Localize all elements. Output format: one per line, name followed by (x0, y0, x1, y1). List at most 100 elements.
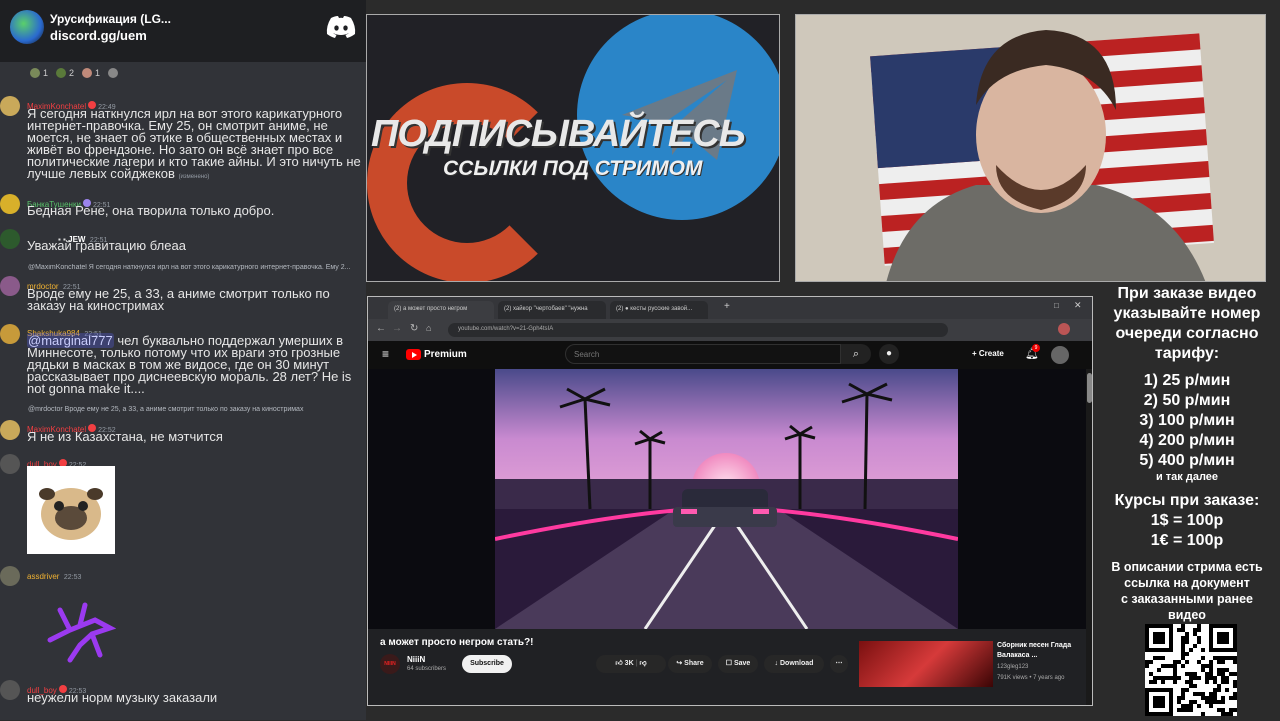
url-input[interactable]: youtube.com/watch?v=21-Gph4tsIA (448, 323, 948, 337)
tab-youtube-video[interactable]: (2) а может просто негром (388, 301, 494, 319)
address-bar-row: ← → ↻ ⌂ youtube.com/watch?v=21-Gph4tsIA (368, 319, 1092, 341)
emoji-icon (82, 68, 93, 78)
edited-label: (изменено) (178, 174, 210, 180)
banner-headline: ПОДПИСЫВАЙТЕСЬ (371, 113, 746, 155)
qr-code-icon (1145, 624, 1237, 716)
reaction-2[interactable]: 2 (56, 68, 74, 78)
qr-code[interactable] (1145, 624, 1237, 716)
message-text: Я не из Казахстана, не мэтчится (27, 429, 223, 444)
info-heading-line: тарифу: (1154, 345, 1220, 362)
page-scrollbar[interactable] (1086, 369, 1092, 705)
subscriber-count: 64 subscribers (407, 666, 447, 672)
discord-widget-header: Урусификация (LG... discord.gg/uem (0, 0, 366, 62)
mantis-sticker-icon (47, 602, 116, 663)
banner-subheadline: ССЫЛКИ ПОД СТРИМОМ (443, 157, 703, 180)
notification-badge: 9 (1032, 344, 1040, 352)
account-avatar[interactable] (1051, 346, 1069, 364)
thumbs-up-icon[interactable]: 👍︎ (615, 660, 624, 667)
note-line: ссылка на документ (1124, 576, 1250, 590)
video-player[interactable] (368, 369, 1086, 629)
avatar[interactable] (0, 420, 20, 440)
microphone-icon[interactable]: ● (879, 344, 899, 364)
avatar[interactable] (0, 566, 20, 586)
more-actions-button[interactable]: ⋯ (830, 655, 848, 673)
video-title: а может просто негром стать?! (380, 637, 534, 648)
home-icon[interactable]: ⌂ (426, 323, 431, 333)
back-icon[interactable]: ← (376, 323, 386, 334)
tariff-item: 3) 100 р/мин (1139, 412, 1235, 429)
avatar[interactable] (0, 276, 20, 296)
recommended-thumbnail[interactable] (859, 641, 993, 687)
smile-icon (108, 68, 119, 78)
rates-heading: Курсы при заказе: (1114, 492, 1260, 509)
message-text: Уважай гравитацию блеаа (27, 238, 186, 253)
close-window-button[interactable]: ✕ (1074, 300, 1082, 311)
webcam-feed (795, 14, 1266, 282)
rate-item: 1€ = 100р (1150, 532, 1224, 549)
recommended-channel[interactable]: 123gleg123 (997, 664, 1028, 670)
video-frame[interactable] (495, 369, 958, 629)
subscribe-button[interactable]: Subscribe (462, 655, 512, 673)
thumbs-down-icon[interactable]: 👎︎ (639, 660, 646, 667)
search-input[interactable]: Search (565, 344, 841, 364)
pug-image[interactable] (27, 466, 115, 554)
download-button[interactable]: ↓ Download (764, 655, 824, 673)
reply-reference[interactable]: @MaximKonchatel Я сегодня наткнулся ирл … (28, 264, 363, 271)
like-count: 3K (624, 660, 634, 667)
reaction-bar: 1 2 1 (30, 66, 119, 80)
scrollbar-thumb[interactable] (1087, 373, 1092, 403)
invite-link[interactable]: discord.gg/uem (50, 28, 147, 43)
note-line: с заказанными ранее (1120, 592, 1253, 606)
message-text: Я сегодня наткнулся ирл на вот этого кар… (27, 106, 361, 181)
youtube-play-icon (406, 349, 421, 360)
menu-icon[interactable]: ≡ (382, 347, 389, 361)
info-heading-line: очереди согласно (1115, 325, 1259, 342)
subscribe-banner: ПОДПИСЫВАЙТЕСЬ ССЫЛКИ ПОД СТРИМОМ (366, 14, 780, 282)
recommended-title[interactable]: Сборник песен Глада Валакаса ... (997, 641, 1087, 661)
avatar[interactable] (0, 324, 20, 344)
maximize-button[interactable]: □ (1054, 301, 1059, 310)
create-button[interactable]: + Create (972, 349, 1004, 358)
youtube-header: ≡ Premium Search ⌕ ● + Create 🔔︎ 9 (368, 341, 1092, 369)
tariff-item: 1) 25 р/мин (1143, 372, 1231, 389)
message-text: Вроде ему не 25, а 33, а аниме смотрит т… (27, 286, 330, 313)
username[interactable]: assdriver (27, 572, 59, 581)
share-button[interactable]: ↪ Share (668, 655, 712, 673)
add-reaction-button[interactable] (108, 68, 119, 78)
message-text: Бедная Рене, она творила только добро. (27, 203, 275, 218)
avatar[interactable] (0, 680, 20, 700)
save-button[interactable]: ☐ Save (718, 655, 758, 673)
avatar[interactable] (0, 229, 20, 249)
browser-tab-strip: (2) а может просто негром (2) хайкор "че… (368, 297, 1092, 319)
reaction-1[interactable]: 1 (30, 68, 48, 78)
recommended-meta: 791K views • 7 years ago (997, 675, 1065, 681)
reply-reference[interactable]: @mrdoctor Вроде ему не 25, а 33, а аниме… (28, 406, 303, 413)
like-dislike-group[interactable]: 👍︎ 3K | 👎︎ (596, 655, 666, 673)
server-name: Урусификация (LG... (50, 12, 171, 26)
discord-chat-panel: Урусификация (LG... discord.gg/uem 1 2 1… (0, 0, 366, 720)
emoji-icon (30, 68, 40, 78)
tariff-item: 4) 200 р/мин (1139, 432, 1235, 449)
search-icon[interactable]: ⌕ (841, 344, 871, 364)
reload-icon[interactable]: ↻ (410, 323, 418, 334)
avatar[interactable] (0, 454, 20, 474)
message-meta: assdriver 22:53 (27, 566, 81, 584)
channel-avatar[interactable]: NIIIN (380, 654, 400, 674)
tab-second[interactable]: (2) хайкор "чертобаев" "нужна (498, 301, 606, 319)
info-heading-line: указывайте номер (1113, 305, 1261, 322)
tariff-more: и так далее (1155, 471, 1219, 483)
reaction-3[interactable]: 1 (82, 68, 100, 78)
message-text: @marginal777 чел буквально поддержал уме… (27, 333, 352, 396)
rate-item: 1$ = 100р (1150, 512, 1224, 529)
emoji-icon (56, 68, 67, 78)
avatar[interactable] (0, 194, 20, 214)
profile-avatar-icon[interactable] (1058, 323, 1070, 335)
note-line: видео (1168, 608, 1206, 622)
info-heading-line: При заказе видео (1117, 285, 1257, 302)
youtube-premium-logo[interactable]: Premium (406, 349, 467, 360)
channel-name[interactable]: NiiiN (407, 655, 425, 664)
tab-third[interactable]: (2) ● кесты русские завой... (610, 301, 708, 319)
forward-icon[interactable]: → (392, 323, 402, 334)
avatar[interactable] (0, 96, 20, 116)
new-tab-button[interactable]: + (724, 301, 730, 312)
